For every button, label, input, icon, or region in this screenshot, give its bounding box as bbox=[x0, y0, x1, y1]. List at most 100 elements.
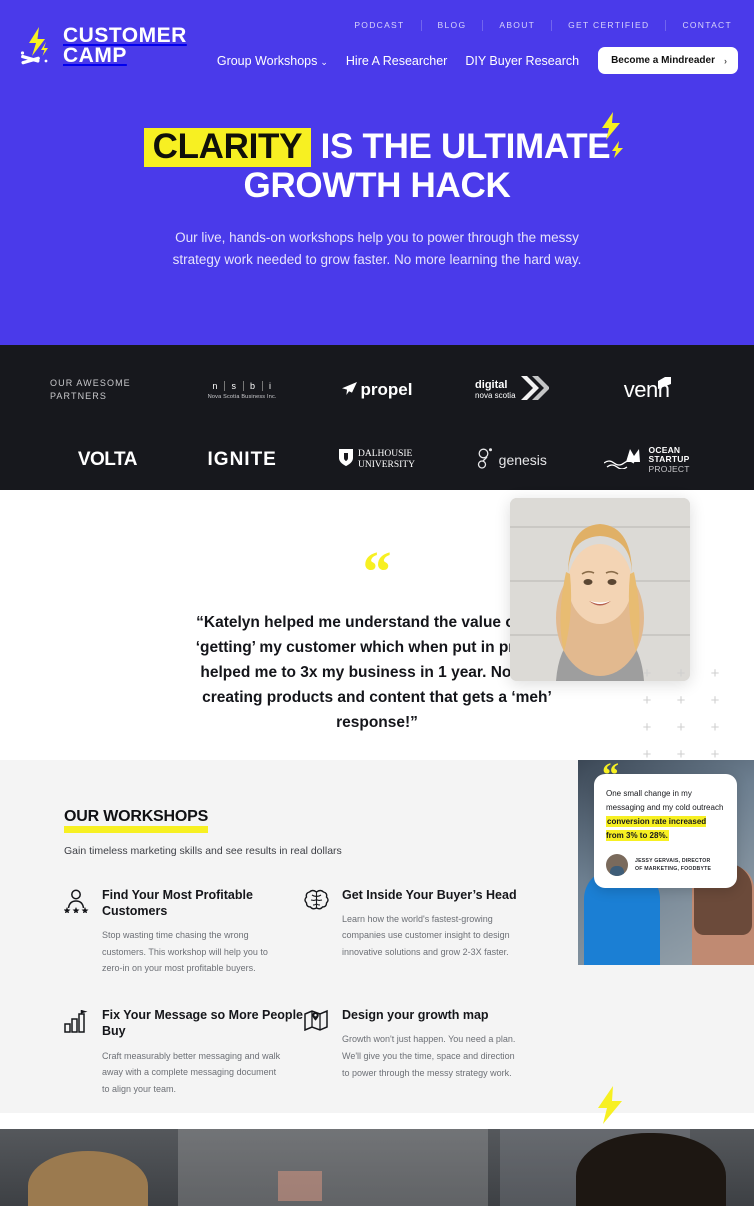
workshop-title: Design your growth map bbox=[342, 1008, 489, 1023]
logo-wordmark: CUSTOMER CAMP bbox=[63, 24, 187, 68]
video-quote-attribution: JESSY GERVAIS, DIRECTOR OF MARKETING, FO… bbox=[606, 854, 725, 876]
nav-item-diy-buyer-research[interactable]: DIY Buyer Research bbox=[456, 54, 588, 68]
nsbi-letter-s: s bbox=[224, 380, 243, 391]
paper-plane-icon bbox=[341, 380, 357, 400]
lightning-bolt-small-icon bbox=[611, 141, 624, 163]
dns-word-nova-scotia: nova scotia bbox=[475, 390, 516, 400]
osp-line-3: PROJECT bbox=[648, 463, 690, 474]
workshop-title: Find Your Most Profitable Customers bbox=[102, 887, 253, 918]
map-pin-icon bbox=[304, 1007, 330, 1097]
testimonial-portrait bbox=[510, 498, 690, 681]
partner-logo-digital-nova-scotia: digital nova scotia bbox=[475, 369, 550, 411]
partner-logo-genesis: genesis bbox=[477, 439, 547, 481]
nsbi-subtitle: Nova Scotia Business Inc. bbox=[207, 393, 277, 400]
site-logo[interactable]: CUSTOMER CAMP bbox=[20, 24, 187, 68]
chevron-right-icon: › bbox=[724, 55, 727, 66]
nav-item-group-workshops-label: Group Workshops bbox=[216, 53, 318, 68]
video-quote-card: “ One small change in my messaging and m… bbox=[594, 760, 737, 888]
volta-wordmark: VOLTA bbox=[77, 449, 138, 470]
bar-chart-flag-icon bbox=[64, 1007, 90, 1097]
nsbi-letters: n s b i bbox=[206, 380, 278, 391]
photo-attendee-right bbox=[576, 1133, 726, 1206]
lightning-bolt-decoration bbox=[600, 112, 623, 158]
plus-icon: + bbox=[642, 692, 652, 709]
hero-subheadline: Our live, hands-on workshops help you to… bbox=[172, 229, 582, 268]
nsbi-letter-i: i bbox=[261, 380, 278, 391]
plus-icon: + bbox=[676, 719, 686, 736]
headline-highlight: CLARITY bbox=[143, 128, 312, 167]
primary-nav: Group Workshops ⌄ Hire A Researcher DIY B… bbox=[208, 47, 738, 74]
photo-wall-panel bbox=[178, 1129, 488, 1206]
partners-section: OUR AWESOME PARTNERS n s b i Nova Scotia… bbox=[0, 345, 754, 490]
video-quote-highlight: conversion rate increased from 3% to 28%… bbox=[606, 816, 707, 841]
attribution-line-2: OF MARKETING, FOODBYTE bbox=[635, 866, 712, 872]
avatar bbox=[606, 854, 628, 876]
nav-link-podcast[interactable]: PODCAST bbox=[338, 20, 420, 31]
page-title: CLARITY IS THE ULTIMATE GROWTH HACK bbox=[117, 128, 637, 205]
propel-wordmark: propel bbox=[360, 380, 413, 399]
plus-icon: + bbox=[710, 719, 720, 736]
workshop-body: Stop wasting time chasing the wrong cust… bbox=[102, 930, 268, 974]
become-a-mindreader-button[interactable]: Become a Mindreader › bbox=[598, 47, 738, 74]
partner-logo-dalhousie: DALHOUSIE UNIVERSITY bbox=[338, 439, 415, 481]
quote-mark-icon: “ bbox=[602, 760, 619, 794]
nsbi-letter-b: b bbox=[242, 380, 262, 391]
site-header: CUSTOMER CAMP PODCAST BLOG ABOUT GET CER… bbox=[0, 0, 754, 88]
workshop-card[interactable]: Find Your Most Profitable Customers Stop… bbox=[63, 887, 304, 977]
nav-item-group-workshops[interactable]: Group Workshops ⌄ bbox=[208, 54, 337, 68]
lightning-bolt-decoration-bottom bbox=[596, 1086, 624, 1129]
workshop-body: Craft measurably better messaging and wa… bbox=[102, 1050, 281, 1094]
plus-icon: + bbox=[710, 665, 720, 682]
brain-icon bbox=[304, 887, 330, 977]
logo-line-2: CAMP bbox=[63, 44, 127, 68]
plus-icon: + bbox=[676, 692, 686, 709]
wave-splash-icon bbox=[603, 447, 646, 474]
cta-label: Become a Mindreader bbox=[611, 55, 715, 66]
video-quote-text-plain: One small change in my messaging and my … bbox=[606, 789, 724, 812]
workshop-body: Growth won't just happen. You need a pla… bbox=[342, 1034, 516, 1078]
workshop-card[interactable]: Fix Your Message so More People Buy Craf… bbox=[64, 1007, 304, 1097]
nsbi-letter-n: n bbox=[212, 380, 219, 391]
dalhousie-line-2: UNIVERSITY bbox=[357, 460, 415, 470]
nav-item-hire-a-researcher[interactable]: Hire A Researcher bbox=[337, 54, 456, 68]
nav-link-contact[interactable]: CONTACT bbox=[665, 20, 738, 31]
section-title-workshops: OUR WORKSHOPS bbox=[64, 808, 208, 833]
partners-label-cell: OUR AWESOME PARTNERS bbox=[40, 369, 175, 411]
attribution-line-1: JESSY GERVAIS, DIRECTOR bbox=[635, 857, 711, 864]
workshop-card[interactable]: Get Inside Your Buyer’s Head Learn how t… bbox=[304, 887, 544, 977]
video-quote-text: One small change in my messaging and my … bbox=[606, 787, 725, 843]
venn-flag-icon bbox=[658, 369, 672, 395]
plus-icon: + bbox=[676, 665, 686, 682]
workshop-title: Fix Your Message so More People Buy bbox=[102, 1008, 303, 1039]
partner-logo-propel: propel bbox=[341, 369, 413, 411]
workshop-title: Get Inside Your Buyer’s Head bbox=[342, 887, 517, 902]
dns-word-digital: digital bbox=[475, 379, 508, 392]
nav-link-get-certified[interactable]: GET CERTIFIED bbox=[551, 20, 665, 31]
logo-line-1: CUSTOMER bbox=[63, 24, 187, 47]
photo-sticky-note bbox=[278, 1171, 322, 1201]
workshops-section: OUR WORKSHOPS Gain timeless marketing sk… bbox=[0, 760, 754, 1124]
campfire-bolt-icon bbox=[20, 26, 54, 66]
chevron-down-icon: ⌄ bbox=[320, 56, 328, 67]
video-testimonial-card[interactable]: “ One small change in my messaging and m… bbox=[578, 760, 754, 965]
workshop-card[interactable]: Design your growth map Growth won't just… bbox=[304, 1007, 544, 1097]
genesis-symbol-icon bbox=[477, 448, 494, 472]
partner-logo-ignite: IGNITE bbox=[208, 439, 277, 481]
bottom-photo-strip bbox=[0, 1129, 754, 1206]
utility-nav: PODCAST BLOG ABOUT GET CERTIFIED CONTACT bbox=[338, 20, 738, 31]
person-stars-icon bbox=[63, 887, 90, 977]
testimonial-section: “ “Katelyn helped me understand the valu… bbox=[0, 490, 754, 790]
double-chevron-icon bbox=[519, 375, 550, 406]
partners-label: OUR AWESOME PARTNERS bbox=[50, 377, 131, 402]
partner-logo-nsbi: n s b i Nova Scotia Business Inc. bbox=[206, 369, 278, 411]
partner-logo-grid: OUR AWESOME PARTNERS n s b i Nova Scotia… bbox=[0, 345, 754, 481]
partner-logo-volta: VOLTA bbox=[77, 439, 138, 481]
photo-attendee-left bbox=[28, 1151, 148, 1206]
plus-icon: + bbox=[642, 719, 652, 736]
nav-link-about[interactable]: ABOUT bbox=[482, 20, 551, 31]
partner-logo-ocean-startup-project: OCEAN STARTUP PROJECT bbox=[603, 439, 690, 481]
nav-link-blog[interactable]: BLOG bbox=[420, 20, 483, 31]
plus-icon: + bbox=[642, 665, 652, 682]
plus-icon: + bbox=[710, 692, 720, 709]
partner-logo-venn: venn bbox=[624, 369, 672, 411]
